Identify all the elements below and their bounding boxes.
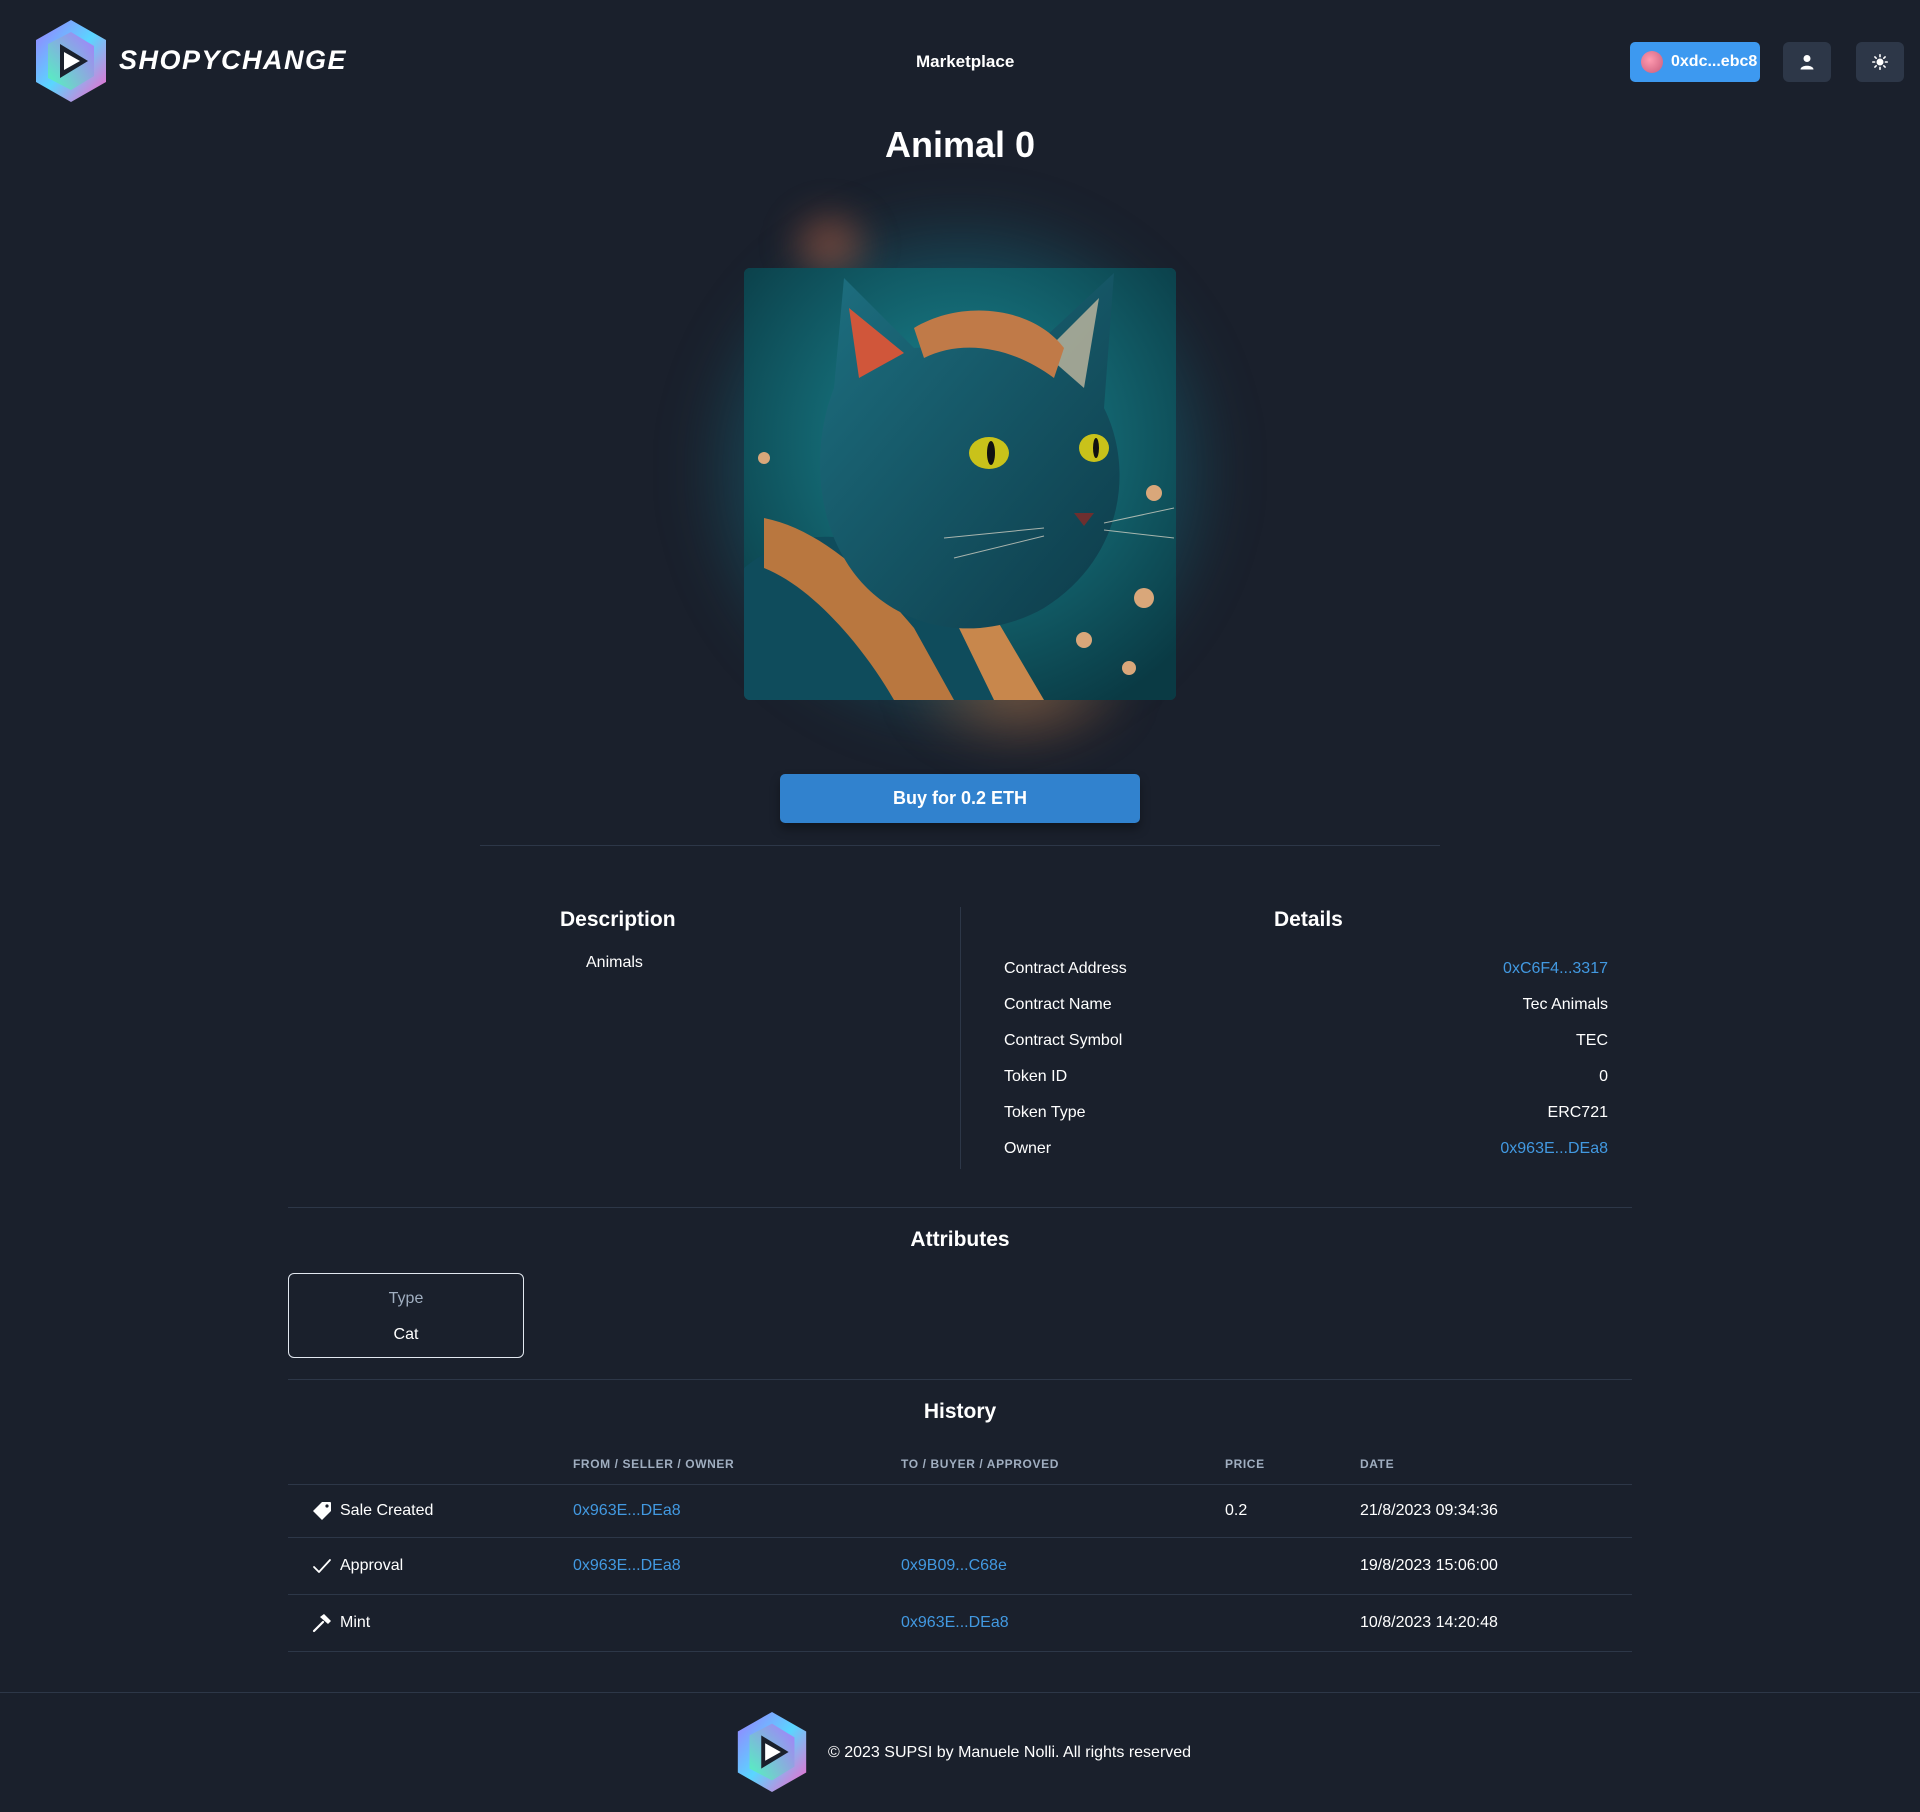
detail-value: TEC — [1576, 1032, 1608, 1049]
divider — [288, 1379, 1632, 1380]
column-header-to: TO / BUYER / APPROVED — [901, 1457, 1059, 1471]
detail-value: 0 — [1599, 1068, 1608, 1085]
brand-name[interactable]: SHOPYCHANGE — [119, 45, 347, 76]
attribute-type: Type — [388, 1290, 424, 1307]
event-cell: Sale Created — [312, 1485, 433, 1537]
divider — [288, 1207, 1632, 1208]
detail-label: Owner — [1004, 1140, 1052, 1157]
detail-value: Tec Animals — [1522, 996, 1608, 1013]
header: SHOPYCHANGE Marketplace 0xdc...ebc8 — [0, 0, 1920, 124]
detail-label: Contract Symbol — [1004, 1032, 1123, 1049]
nft-image — [744, 268, 1176, 700]
description-heading: Description — [560, 908, 676, 931]
table-row: Approval 0x963E...DEa8 0x9B09...C68e 19/… — [288, 1538, 1632, 1595]
details-heading: Details — [1274, 908, 1343, 931]
profile-button[interactable] — [1783, 42, 1831, 82]
wallet-avatar — [1641, 51, 1663, 73]
event-label: Sale Created — [340, 1502, 434, 1519]
contract-address-link[interactable]: 0xC6F4...3317 — [1503, 960, 1608, 978]
footer-copyright: © 2023 SUPSI by Manuele Nolli. All right… — [828, 1744, 1192, 1761]
wallet-button[interactable]: 0xdc...ebc8 — [1630, 42, 1760, 82]
detail-label: Contract Name — [1004, 996, 1112, 1013]
logo-icon[interactable] — [34, 18, 108, 104]
detail-value: ERC721 — [1547, 1104, 1608, 1121]
detail-label: Token Type — [1004, 1104, 1086, 1121]
description-text: Animals — [586, 954, 643, 971]
table-row: Mint 0x963E...DEa8 10/8/2023 14:20:48 — [288, 1595, 1632, 1652]
theme-toggle-button[interactable] — [1856, 42, 1904, 82]
to-address-link[interactable]: 0x963E...DEa8 — [901, 1614, 1009, 1632]
date-value: 19/8/2023 15:06:00 — [1360, 1557, 1498, 1574]
column-header-price: PRICE — [1225, 1457, 1265, 1471]
buy-button[interactable]: Buy for 0.2 ETH — [780, 774, 1140, 823]
date-value: 10/8/2023 14:20:48 — [1360, 1614, 1498, 1631]
page-title: Animal 0 — [884, 124, 1036, 165]
event-cell: Approval — [312, 1538, 403, 1594]
attribute-card: Type Cat — [288, 1273, 524, 1358]
sun-icon — [1872, 54, 1888, 70]
divider — [960, 907, 961, 1169]
event-label: Mint — [340, 1614, 371, 1631]
detail-row-contract-symbol: Contract Symbol TEC — [1004, 1023, 1608, 1059]
price-value: 0.2 — [1225, 1502, 1248, 1519]
detail-row-contract-name: Contract Name Tec Animals — [1004, 987, 1608, 1023]
tag-icon — [313, 1502, 331, 1520]
attributes-heading: Attributes — [910, 1228, 1010, 1251]
nav-marketplace-link[interactable]: Marketplace — [916, 52, 1014, 72]
from-address-link[interactable]: 0x963E...DEa8 — [573, 1557, 681, 1575]
to-address-link[interactable]: 0x9B09...C68e — [901, 1557, 1007, 1575]
footer-divider — [0, 1692, 1920, 1693]
from-address-link[interactable]: 0x963E...DEa8 — [573, 1502, 681, 1520]
detail-row-contract-address: Contract Address 0xC6F4...3317 — [1004, 951, 1608, 987]
owner-link[interactable]: 0x963E...DEa8 — [1500, 1140, 1608, 1158]
detail-row-owner: Owner 0x963E...DEa8 — [1004, 1131, 1608, 1167]
wallet-address: 0xdc...ebc8 — [1671, 53, 1758, 70]
check-icon — [313, 1559, 331, 1573]
detail-row-token-id: Token ID 0 — [1004, 1059, 1608, 1095]
detail-label: Token ID — [1004, 1068, 1068, 1085]
date-value: 21/8/2023 09:34:36 — [1360, 1502, 1498, 1519]
hammer-icon — [312, 1614, 331, 1633]
column-header-date: DATE — [1360, 1457, 1395, 1471]
event-cell: Mint — [312, 1595, 370, 1651]
history-heading: History — [923, 1400, 997, 1423]
footer-logo-icon — [734, 1710, 810, 1794]
table-row: Sale Created 0x963E...DEa8 0.2 21/8/2023… — [288, 1485, 1632, 1538]
detail-row-token-type: Token Type ERC721 — [1004, 1095, 1608, 1131]
divider — [480, 845, 1440, 846]
detail-label: Contract Address — [1004, 960, 1127, 977]
column-header-from: FROM / SELLER / OWNER — [573, 1457, 735, 1471]
attribute-value: Cat — [393, 1326, 419, 1343]
user-icon — [1800, 55, 1814, 70]
event-label: Approval — [340, 1557, 404, 1574]
